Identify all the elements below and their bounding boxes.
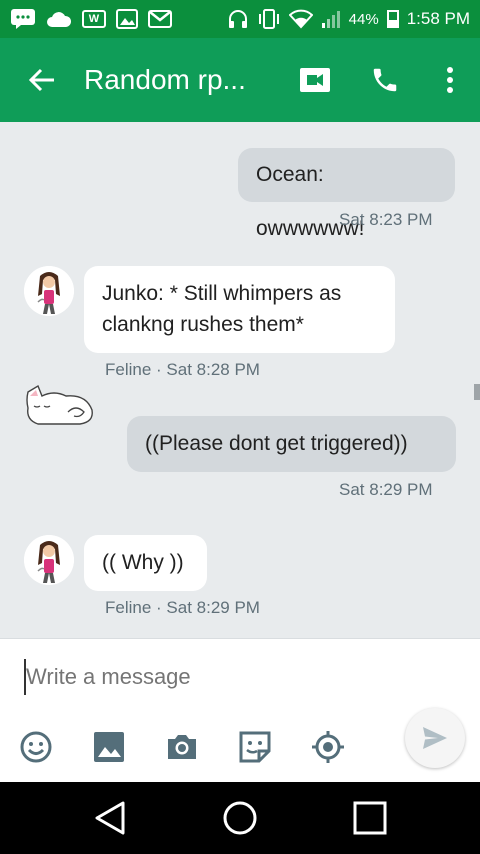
camera-button[interactable] <box>160 725 204 769</box>
gmail-icon <box>148 10 172 28</box>
incoming-message[interactable]: (( Why )) <box>84 535 207 591</box>
message-text: ((Please dont get triggered)) <box>145 432 408 455</box>
home-circle-icon <box>223 801 257 835</box>
back-arrow-icon <box>28 68 54 92</box>
composer-toolbar <box>0 725 400 769</box>
camera-icon <box>168 735 196 759</box>
back-button[interactable] <box>0 38 84 122</box>
notification-icons: W <box>10 8 172 30</box>
sticker-icon <box>239 731 271 763</box>
chat-notification-icon <box>11 9 35 29</box>
message-text: (( Why )) <box>102 551 184 574</box>
emoji-icon <box>20 731 52 763</box>
message-text-line: clankng rushes them* <box>102 313 304 336</box>
avatar-girl-icon <box>24 266 74 316</box>
gallery-icon <box>94 732 124 762</box>
message-sender-timestamp: Feline · Sat 8:29 PM <box>105 598 260 617</box>
system-nav-bar <box>0 782 480 854</box>
more-vert-icon <box>447 67 453 93</box>
app-bar-actions <box>280 38 480 122</box>
avatar[interactable] <box>24 266 74 316</box>
send-icon <box>423 727 447 749</box>
sticker[interactable] <box>24 382 96 435</box>
recents-square-icon <box>353 801 387 835</box>
cloud-icon <box>47 12 72 27</box>
message-text-line: Junko: * Still whimpers as <box>102 282 342 305</box>
emoji-button[interactable] <box>14 725 58 769</box>
headphones-icon <box>228 10 247 28</box>
clock: 1:58 PM <box>406 9 470 28</box>
message-timestamp: Sat 8:23 PM <box>339 210 433 229</box>
send-button[interactable] <box>405 708 465 768</box>
video-call-button[interactable] <box>280 38 350 122</box>
nav-back-button[interactable] <box>80 794 140 842</box>
outgoing-message[interactable]: ((Please dont get triggered)) <box>127 416 456 472</box>
nav-home-button[interactable] <box>210 794 270 842</box>
status-bar: W 44% 1:58 PM <box>0 0 480 38</box>
more-options-button[interactable] <box>420 38 480 122</box>
gallery-button[interactable] <box>87 725 131 769</box>
video-call-icon <box>300 68 330 92</box>
conversation-title[interactable]: Random rp... <box>84 64 262 96</box>
message-composer <box>0 638 480 782</box>
battery-percent: 44% <box>348 10 379 28</box>
sticker-button[interactable] <box>233 725 277 769</box>
message-sender-timestamp: Feline · Sat 8:28 PM <box>105 360 260 379</box>
avatar-girl-icon <box>24 535 74 585</box>
message-input[interactable] <box>24 659 404 695</box>
phone-icon <box>373 68 397 92</box>
incoming-message[interactable]: Junko: * Still whimpers as clankng rushe… <box>84 266 395 353</box>
outgoing-message[interactable]: Ocean: owwwwww! <box>238 148 455 240</box>
location-button[interactable] <box>306 725 350 769</box>
sleeping-cat-icon <box>26 384 93 425</box>
nav-recents-button[interactable] <box>340 794 400 842</box>
scrollbar-thumb[interactable] <box>474 384 480 400</box>
back-triangle-icon <box>95 801 125 835</box>
app-bar: Random rp... <box>0 38 480 122</box>
wifi-icon <box>288 9 313 29</box>
location-icon <box>312 731 344 763</box>
message-timestamp: Sat 8:29 PM <box>339 480 433 499</box>
w-app-icon: W <box>82 10 106 28</box>
image-icon <box>116 9 138 29</box>
system-status: 44% 1:58 PM <box>227 8 470 30</box>
avatar[interactable] <box>24 535 74 585</box>
signal-icon <box>321 11 340 28</box>
vibrate-icon <box>258 9 279 29</box>
battery-icon <box>386 10 399 28</box>
phone-call-button[interactable] <box>350 38 420 122</box>
conversation-area[interactable]: Ocean: owwwwww! Sat 8:23 PM Junko: * Sti… <box>0 122 480 638</box>
